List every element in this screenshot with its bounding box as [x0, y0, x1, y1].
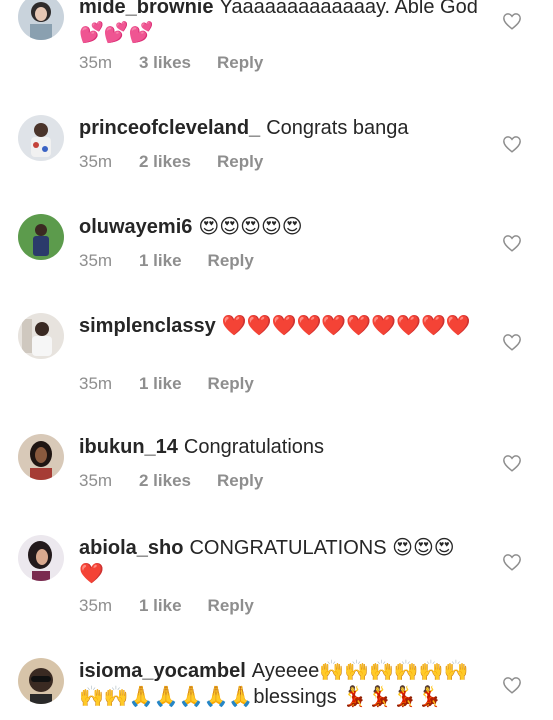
- likes-count[interactable]: 1 like: [139, 250, 182, 272]
- comment-meta: 35m 1 like Reply: [79, 373, 254, 395]
- avatar-image: [18, 535, 64, 581]
- likes-count[interactable]: 3 likes: [139, 52, 191, 74]
- avatar-image: [18, 214, 64, 260]
- heart-outline-icon[interactable]: [502, 676, 522, 694]
- avatar[interactable]: [18, 214, 64, 260]
- comment-meta: 35m 1 like Reply: [79, 595, 254, 617]
- avatar[interactable]: [18, 535, 64, 581]
- comment-text: isioma_yocambel Ayeeee🙌🙌🙌🙌🙌🙌🙌🙌🙏🙏🙏🙏🙏blessi…: [79, 658, 479, 710]
- comment-meta: 35m 2 likes Reply: [79, 470, 263, 492]
- comment-body: 😍😍😍😍😍: [198, 216, 303, 238]
- reply-button[interactable]: Reply: [217, 52, 263, 74]
- comment-text: mide_brownie Yaaaaaaaaaaaaay. Able God 💕💕…: [79, 0, 479, 46]
- comment-time: 35m: [79, 251, 113, 270]
- avatar-image: [18, 115, 64, 161]
- comment-meta: 35m 3 likes Reply: [79, 52, 263, 74]
- comment-meta: 35m 1 like Reply: [79, 250, 254, 272]
- likes-count[interactable]: 1 like: [139, 595, 182, 617]
- comment-text: ibukun_14 Congratulations: [79, 434, 479, 460]
- avatar[interactable]: [18, 115, 64, 161]
- comment-body: Congrats banga: [266, 117, 409, 139]
- username[interactable]: abiola_sho: [79, 537, 183, 559]
- comment-time: 35m: [79, 374, 113, 393]
- reply-button[interactable]: Reply: [208, 595, 254, 617]
- comment-body: Congratulations: [183, 436, 325, 458]
- comment-time: 35m: [79, 471, 113, 490]
- reply-button[interactable]: Reply: [217, 151, 263, 173]
- avatar-image: [18, 658, 64, 704]
- reply-button[interactable]: Reply: [208, 373, 254, 395]
- comment-text: oluwayemi6 😍😍😍😍😍: [79, 214, 479, 240]
- heart-outline-icon[interactable]: [502, 135, 522, 153]
- likes-count[interactable]: 2 likes: [139, 151, 191, 173]
- avatar[interactable]: [18, 658, 64, 704]
- username[interactable]: ibukun_14: [79, 436, 178, 458]
- comment-time: 35m: [79, 53, 113, 72]
- username[interactable]: princeofcleveland_: [79, 117, 260, 139]
- heart-outline-icon[interactable]: [502, 12, 522, 30]
- comment-text: simplenclassy ❤️❤️❤️❤️❤️❤️❤️❤️❤️❤️: [79, 313, 479, 339]
- avatar-image: [18, 313, 64, 359]
- username[interactable]: isioma_yocambel: [79, 660, 246, 682]
- heart-outline-icon[interactable]: [502, 333, 522, 351]
- username[interactable]: simplenclassy: [79, 315, 216, 337]
- likes-count[interactable]: 1 like: [139, 373, 182, 395]
- avatar[interactable]: [18, 313, 64, 359]
- avatar-image: [18, 0, 64, 40]
- likes-count[interactable]: 2 likes: [139, 470, 191, 492]
- avatar-image: [18, 434, 64, 480]
- avatar[interactable]: [18, 434, 64, 480]
- comment-meta: 35m 2 likes Reply: [79, 151, 263, 173]
- reply-button[interactable]: Reply: [217, 470, 263, 492]
- comment-body: ❤️❤️❤️❤️❤️❤️❤️❤️❤️❤️: [221, 315, 471, 337]
- comment-time: 35m: [79, 152, 113, 171]
- avatar[interactable]: [18, 0, 64, 40]
- username[interactable]: mide_brownie: [79, 0, 213, 18]
- heart-outline-icon[interactable]: [502, 553, 522, 571]
- username[interactable]: oluwayemi6: [79, 216, 192, 238]
- comment-text: princeofcleveland_ Congrats banga: [79, 115, 479, 141]
- reply-button[interactable]: Reply: [208, 250, 254, 272]
- heart-outline-icon[interactable]: [502, 454, 522, 472]
- heart-outline-icon[interactable]: [502, 234, 522, 252]
- comment-time: 35m: [79, 596, 113, 615]
- comment-text: abiola_sho CONGRATULATIONS 😍😍😍❤️: [79, 535, 479, 587]
